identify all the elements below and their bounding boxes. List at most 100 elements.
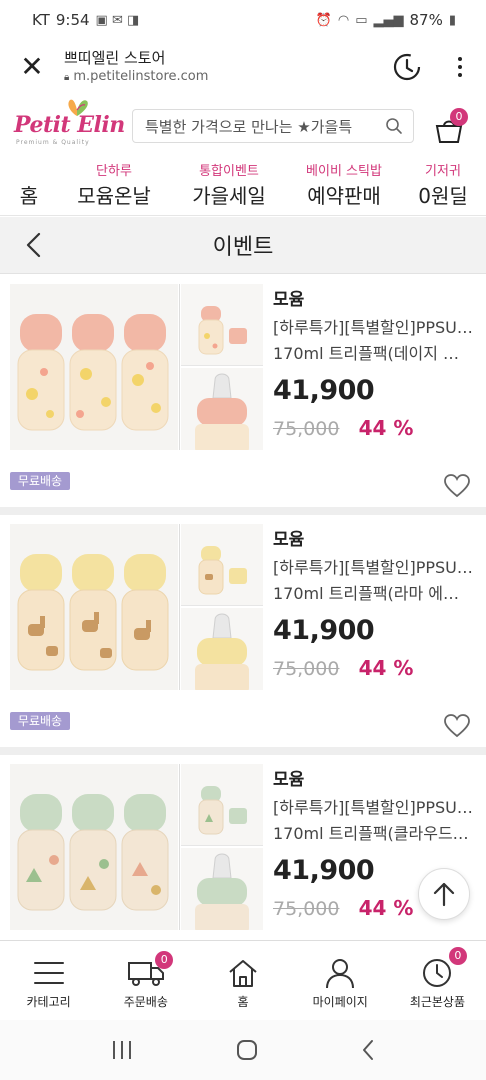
product-name-line1: [하루특가][특별할인]PPSU 젖병	[273, 318, 473, 337]
product-thumb-bottle[interactable]	[181, 524, 263, 606]
original-price: 75,000	[273, 898, 340, 920]
notification-icons: ▣ ✉ ◨	[95, 12, 140, 28]
product-image[interactable]	[10, 764, 178, 930]
search-icon[interactable]	[385, 117, 403, 135]
more-options-icon[interactable]	[434, 40, 486, 94]
bottom-nav-orders[interactable]: 0 주문배송	[97, 941, 194, 1020]
product-name-line1: [하루특가][특별할인]PPSU 젖병	[273, 798, 473, 817]
bottom-nav-label: 카테고리	[26, 995, 71, 1009]
category-home[interactable]: 홈	[0, 156, 58, 215]
site-logo[interactable]: Petit Elin Premium & Quality	[0, 94, 130, 156]
status-left: KT 9:54 ▣ ✉ ◨	[32, 11, 139, 29]
battery-icon: ▮	[448, 12, 456, 28]
product-card[interactable]: 모윰 [하루특가][특별할인]PPSU 젖병 170ml 트리플팩(라마 에디션…	[0, 515, 486, 755]
free-shipping-badge: 무료배송	[10, 472, 70, 490]
browser-title-block: 쁘띠엘린 스토어 🔒︎ m.petitelinstore.com	[64, 48, 380, 87]
signal-icon: ▂▄▆	[373, 12, 404, 28]
home-icon	[229, 960, 257, 987]
category-moyum-day[interactable]: 단하루 모윰온날	[58, 156, 170, 215]
cart-badge: 0	[450, 108, 468, 126]
product-thumb-nipple[interactable]	[181, 368, 263, 450]
bottom-nav-recent[interactable]: 0 최근본상품	[389, 941, 486, 1020]
back-button[interactable]	[14, 225, 54, 265]
page-title-bar: 이벤트	[0, 217, 486, 274]
heart-icon[interactable]	[443, 473, 471, 499]
product-card[interactable]: 모윰 [하루특가][특별할인]PPSU 젖병 170ml 트리플팩(데이지 에디…	[0, 275, 486, 515]
clock-icon	[423, 959, 452, 987]
bottom-nav-home[interactable]: 홈	[194, 941, 291, 1020]
discount-rate: 44 %	[358, 656, 414, 680]
lock-icon: 🔒︎	[64, 71, 70, 83]
status-bar: KT 9:54 ▣ ✉ ◨ ⏰ ◠ ▭ ▂▄▆ 87% ▮	[0, 0, 486, 40]
discount-rate: 44 %	[358, 896, 414, 920]
product-info: 모윰 [하루특가][특별할인]PPSU 젖병 170ml 트리플팩(데이지 에디…	[273, 285, 478, 443]
site-header: Petit Elin Premium & Quality 특별한 가격으로 만나…	[0, 94, 486, 156]
category-label: 예약판매	[307, 184, 381, 208]
status-right: ⏰ ◠ ▭ ▂▄▆ 87% ▮	[316, 11, 456, 29]
product-brand: 모윰	[273, 290, 305, 310]
category-caption: 단하루	[96, 164, 132, 179]
product-name-line2: 170ml 트리플팩(데이지 에디션)	[273, 344, 473, 363]
chevron-left-icon	[26, 232, 41, 258]
user-icon	[326, 959, 355, 989]
product-name-line2: 170ml 트리플팩(클라우드 에디션)	[273, 824, 473, 843]
alarm-icon: ⏰	[315, 12, 332, 28]
product-info: 모윰 [하루특가][특별할인]PPSU 젖병 170ml 트리플팩(라마 에디션…	[273, 525, 478, 683]
product-image[interactable]	[10, 524, 178, 690]
clock-time: 9:54	[55, 11, 90, 29]
url-text: m.petitelinstore.com	[73, 68, 209, 84]
category-nav: 홈 단하루 모윰온날 통합이벤트 가을세일 베이비 스틱밥 예약판매 기저귀 0…	[0, 156, 486, 216]
android-nav-bar	[0, 1020, 486, 1080]
home-circle-icon[interactable]	[235, 1038, 259, 1062]
history-icon[interactable]	[380, 40, 434, 94]
category-autumn-sale[interactable]: 통합이벤트 가을세일	[170, 156, 288, 215]
category-preorder[interactable]: 베이비 스틱밥 예약판매	[288, 156, 400, 215]
product-name-line2: 170ml 트리플팩(라마 에디션)	[273, 584, 473, 603]
product-price: 41,900	[273, 615, 375, 646]
image-divider	[179, 764, 180, 930]
browser-bar: ✕ 쁘띠엘린 스토어 🔒︎ m.petitelinstore.com	[0, 40, 486, 94]
price-row: 75,000 44 %	[273, 653, 478, 683]
category-diaper-deal[interactable]: 기저귀 0원딜	[400, 156, 486, 215]
category-label: 가을세일	[192, 184, 266, 208]
menu-icon	[33, 962, 64, 984]
back-icon[interactable]	[360, 1038, 376, 1062]
product-thumb-nipple[interactable]	[181, 608, 263, 690]
close-icon[interactable]: ✕	[0, 40, 64, 94]
image-divider	[179, 524, 180, 690]
search-input[interactable]: 특별한 가격으로 만나는 ★가을특	[132, 109, 414, 143]
free-shipping-badge: 무료배송	[10, 712, 70, 730]
heart-icon[interactable]	[443, 713, 471, 739]
search-placeholder: 특별한 가격으로 만나는 ★가을특	[145, 117, 353, 136]
battery-level: 87%	[409, 11, 443, 29]
page-title: 이벤트	[212, 235, 274, 260]
product-image[interactable]	[10, 284, 178, 450]
product-list: 모윰 [하루특가][특별할인]PPSU 젖병 170ml 트리플팩(데이지 에디…	[0, 275, 486, 995]
hd-icon: ▭	[355, 12, 368, 28]
browser-title: 쁘띠엘린 스토어	[64, 48, 166, 67]
category-caption: 베이비 스틱밥	[306, 164, 382, 179]
logo-subtitle: Premium & Quality	[16, 139, 90, 146]
scroll-top-button[interactable]	[418, 868, 470, 920]
product-thumb-bottle[interactable]	[181, 764, 263, 846]
browser-url[interactable]: 🔒︎ m.petitelinstore.com	[64, 68, 380, 87]
bottom-nav-mypage[interactable]: 마이페이지	[292, 941, 389, 1020]
image-divider	[179, 284, 180, 450]
category-caption: 통합이벤트	[199, 164, 259, 179]
bottom-nav-label: 최근본상품	[409, 995, 466, 1009]
logo-text: Petit Elin	[14, 112, 125, 138]
category-label: 홈	[19, 184, 39, 208]
price-row: 75,000 44 %	[273, 413, 478, 443]
recent-apps-icon[interactable]	[110, 1039, 134, 1061]
product-thumb-bottle[interactable]	[181, 284, 263, 366]
recent-badge: 0	[448, 947, 467, 965]
category-label: 0원딜	[418, 184, 468, 208]
bottom-nav-label: 홈	[237, 995, 249, 1009]
cart-button[interactable]: 0	[432, 108, 472, 144]
product-price: 41,900	[273, 375, 375, 406]
product-thumb-nipple[interactable]	[181, 848, 263, 930]
category-caption: 기저귀	[425, 164, 461, 179]
bottom-nav-category[interactable]: 카테고리	[0, 941, 97, 1020]
bottom-nav-label: 주문배송	[123, 995, 168, 1009]
original-price: 75,000	[273, 658, 340, 680]
